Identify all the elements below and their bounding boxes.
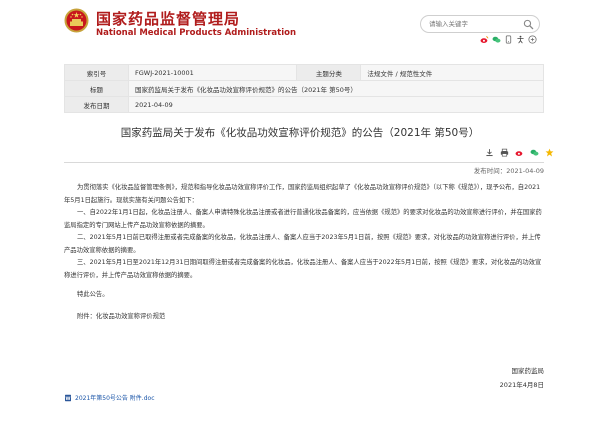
meta-row: 索引号 FGWJ-2021-10001 主题分类 法规文件 / 规范性文件: [64, 64, 544, 81]
search-box: [420, 15, 540, 33]
article-tools: [485, 148, 554, 157]
date-value: 2021-04-09: [128, 96, 544, 113]
download-icon[interactable]: [485, 148, 494, 157]
print-icon[interactable]: [500, 148, 509, 157]
body-paragraph: 二、2021年5月1日前已取得注册或者完成备案的化妆品，化妆品注册人、备案人应当…: [64, 234, 541, 254]
heading-value: 国家药监局关于发布《化妆品功效宣称评价规范》的公告（2021年 第50号）: [128, 80, 544, 97]
attachment-link[interactable]: W 2021年第50号公告 附件.doc: [64, 393, 155, 402]
site-header: 国家药品监督管理局 National Medical Products Admi…: [0, 0, 600, 44]
search-input[interactable]: [429, 18, 521, 30]
search-icon[interactable]: [523, 19, 534, 30]
attachment-note: 附件：化妆品功效宣称评价规范: [77, 313, 166, 320]
category-label: 主题分类: [296, 64, 362, 81]
publish-date-line: 发布时间：2021-04-09: [473, 167, 544, 175]
signature-org: 国家药监局: [511, 367, 545, 375]
national-emblem-icon[interactable]: [64, 8, 89, 33]
document-meta-table: 索引号 FGWJ-2021-10001 主题分类 法规文件 / 规范性文件 标题…: [64, 64, 544, 113]
wechat-share-icon[interactable]: [530, 148, 539, 157]
date-label: 发布日期: [64, 96, 129, 113]
body-paragraph: 为贯彻落实《化妆品监督管理条例》，规范和指导化妆品功效宣称评价工作，国家药监局组…: [64, 184, 541, 204]
index-label: 索引号: [64, 64, 129, 81]
elder-mode-icon[interactable]: [528, 34, 537, 44]
mobile-icon[interactable]: [504, 34, 513, 44]
heading-label: 标题: [64, 80, 129, 97]
index-value: FGWJ-2021-10001: [127, 64, 298, 81]
body-paragraph: 三、2021年5月1日至2021年12月31日期间取得注册或者完成备案的化妆品，…: [64, 259, 542, 279]
weibo-share-icon[interactable]: [515, 148, 524, 157]
word-doc-icon: W: [65, 394, 71, 401]
body-paragraph: 特此公告。: [77, 291, 109, 298]
site-name-en[interactable]: National Medical Products Administration: [96, 28, 296, 38]
wechat-icon[interactable]: [492, 35, 501, 44]
category-value: 法规文件 / 规范性文件: [360, 64, 544, 81]
site-name-cn[interactable]: 国家药品监督管理局: [96, 8, 240, 29]
article-title: 国家药监局关于发布《化妆品功效宣称评价规范》的公告（2021年 第50号）: [120, 127, 480, 139]
share-bar: [480, 34, 537, 44]
signature-date: 2021年4月8日: [499, 381, 544, 389]
body-paragraph: 一、自2022年1月1日起，化妆品注册人、备案人申请特殊化妆品注册或者进行普通化…: [64, 209, 542, 229]
svg-text:W: W: [66, 395, 71, 401]
qzone-share-icon[interactable]: [545, 148, 554, 157]
meta-row: 发布日期 2021-04-09: [64, 96, 544, 113]
title-divider: [64, 162, 544, 163]
weibo-icon[interactable]: [480, 35, 489, 44]
accessibility-icon[interactable]: [516, 35, 525, 44]
attachment-link-label[interactable]: 2021年第50号公告 附件.doc: [75, 393, 155, 402]
meta-row: 标题 国家药监局关于发布《化妆品功效宣称评价规范》的公告（2021年 第50号）: [64, 80, 544, 97]
